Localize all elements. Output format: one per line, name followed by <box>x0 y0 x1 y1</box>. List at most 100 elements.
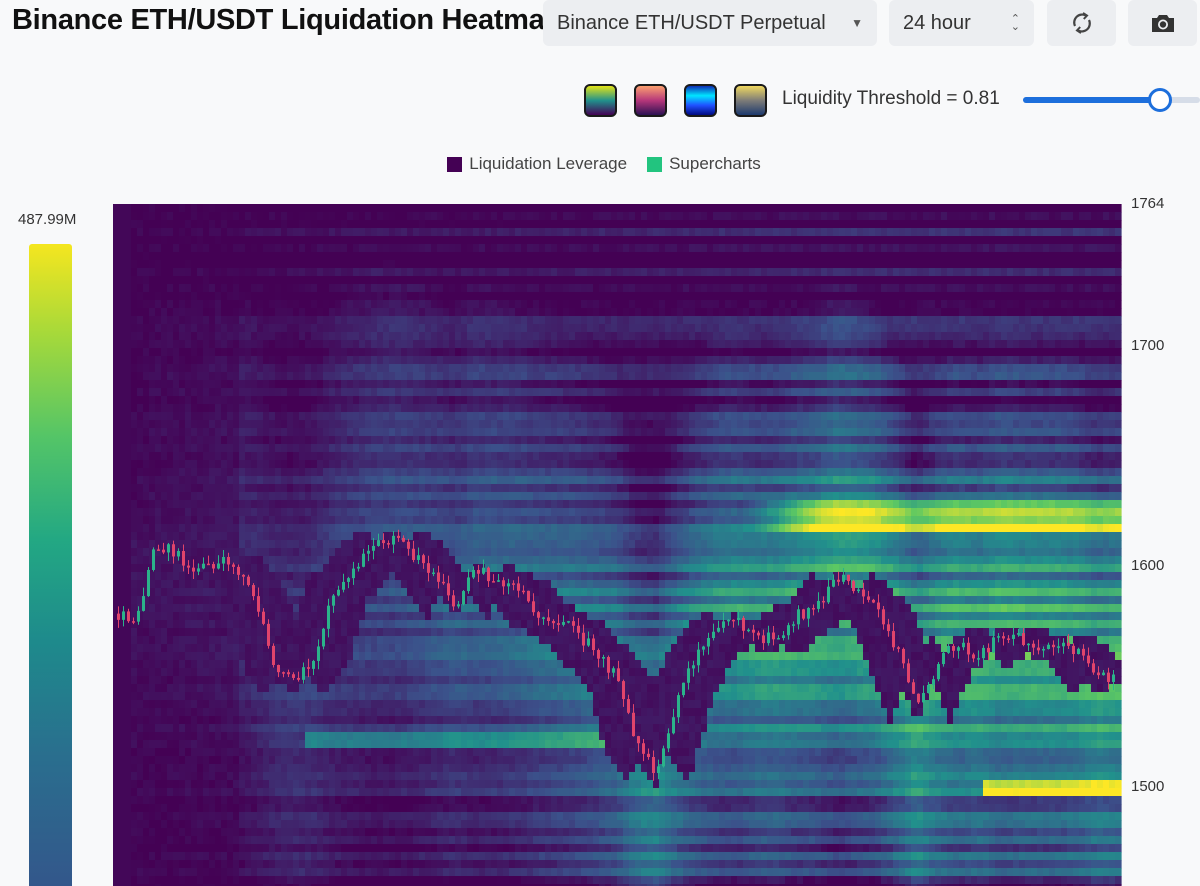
heatmap-cell <box>395 452 402 461</box>
heatmap-cell <box>131 212 138 221</box>
heatmap-cell <box>353 412 360 421</box>
heatmap-cell <box>305 684 312 693</box>
heatmap-cell <box>245 436 252 445</box>
heatmap-cell <box>401 372 408 381</box>
heatmap-cell <box>401 364 408 373</box>
heatmap-cell <box>191 204 198 213</box>
heatmap-cell <box>191 524 198 533</box>
heatmap-cell <box>269 700 276 709</box>
heatmap-cell <box>155 276 162 285</box>
heatmap-cell <box>251 636 258 645</box>
heatmap-cell <box>419 532 426 541</box>
heatmap-cell <box>317 452 324 461</box>
heatmap-cell <box>221 868 228 877</box>
heatmap-cell <box>155 364 162 373</box>
heatmap-cell <box>239 268 246 277</box>
heatmap-cell <box>371 396 378 405</box>
heatmap-cell <box>437 684 444 693</box>
heatmap-cell <box>221 516 228 525</box>
heatmap-cell <box>215 292 222 301</box>
heatmap-cell <box>215 492 222 501</box>
heatmap-cell <box>389 668 396 677</box>
heatmap-cell <box>119 396 126 405</box>
heatmap-cell <box>347 804 354 813</box>
heatmap-cell <box>197 236 204 245</box>
heatmap-cell <box>377 692 384 701</box>
heatmap-cell <box>203 716 210 725</box>
heatmap-cell <box>365 812 372 821</box>
heatmap-cell <box>287 516 294 525</box>
heatmap-cell <box>113 284 120 293</box>
heatmap-cell <box>449 644 456 653</box>
heatmap-cell <box>161 228 168 237</box>
heatmap-cell <box>359 372 366 381</box>
heatmap-cell <box>191 420 198 429</box>
heatmap-cell <box>323 420 330 429</box>
heatmap-cell <box>323 316 330 325</box>
heatmap-cell <box>113 252 120 261</box>
heatmap-cell <box>239 228 246 237</box>
heatmap-cell <box>179 260 186 269</box>
heatmap-cell <box>275 780 282 789</box>
heatmap-cell <box>215 660 222 669</box>
heatmap-cell <box>371 484 378 493</box>
heatmap-cell <box>347 548 354 557</box>
heatmap-cell <box>203 396 210 405</box>
heatmap-cell <box>119 764 126 773</box>
heatmap-cell <box>317 756 324 765</box>
heatmap-cell <box>413 476 420 485</box>
heatmap-cell <box>281 684 288 693</box>
heatmap-cell <box>197 380 204 389</box>
heatmap-cell <box>275 628 282 637</box>
heatmap-cell <box>275 612 282 621</box>
heatmap-cell <box>311 260 318 269</box>
heatmap-cell <box>299 756 306 765</box>
heatmap-cell <box>245 532 252 541</box>
heatmap-cell <box>287 860 294 869</box>
liquidation-heatmap[interactable] <box>0 0 1200 886</box>
heatmap-cell <box>377 716 384 725</box>
heatmap-cell <box>113 772 120 781</box>
heatmap-cell <box>437 748 444 757</box>
heatmap-cell <box>329 324 336 333</box>
heatmap-cell <box>299 700 306 709</box>
heatmap-cell <box>287 812 294 821</box>
heatmap-cell <box>281 484 288 493</box>
heatmap-cell <box>203 284 210 293</box>
heatmap-cell <box>371 508 378 517</box>
heatmap-cell <box>329 308 336 317</box>
heatmap-cell <box>311 868 318 877</box>
heatmap-cell <box>353 684 360 693</box>
heatmap-cell <box>239 492 246 501</box>
heatmap-cell <box>341 692 348 701</box>
heatmap-cell <box>299 508 306 517</box>
heatmap-cell <box>143 820 150 829</box>
heatmap-cell <box>293 404 300 413</box>
heatmap-cell <box>251 764 258 773</box>
heatmap-cell <box>371 300 378 309</box>
heatmap-cell <box>251 812 258 821</box>
heatmap-cell <box>413 524 420 533</box>
heatmap-cell <box>131 820 138 829</box>
heatmap-cell <box>287 204 294 213</box>
heatmap-cell <box>341 428 348 437</box>
heatmap-cell <box>395 740 402 749</box>
heatmap-cell <box>389 508 396 517</box>
heatmap-cell <box>449 636 456 645</box>
heatmap-cell <box>269 436 276 445</box>
heatmap-cell <box>245 836 252 845</box>
heatmap-cell <box>335 556 342 565</box>
heatmap-cell <box>293 780 300 789</box>
heatmap-cell <box>413 356 420 365</box>
heatmap-cell <box>191 364 198 373</box>
heatmap-cell <box>413 660 420 669</box>
heatmap-cell <box>449 700 456 709</box>
heatmap-cell <box>149 820 156 829</box>
heatmap-cell <box>275 220 282 229</box>
heatmap-cell <box>389 340 396 349</box>
heatmap-cell <box>239 772 246 781</box>
heatmap-cell <box>419 492 426 501</box>
heatmap-cell <box>263 700 270 709</box>
heatmap-cell <box>299 748 306 757</box>
heatmap-cell <box>173 628 180 637</box>
